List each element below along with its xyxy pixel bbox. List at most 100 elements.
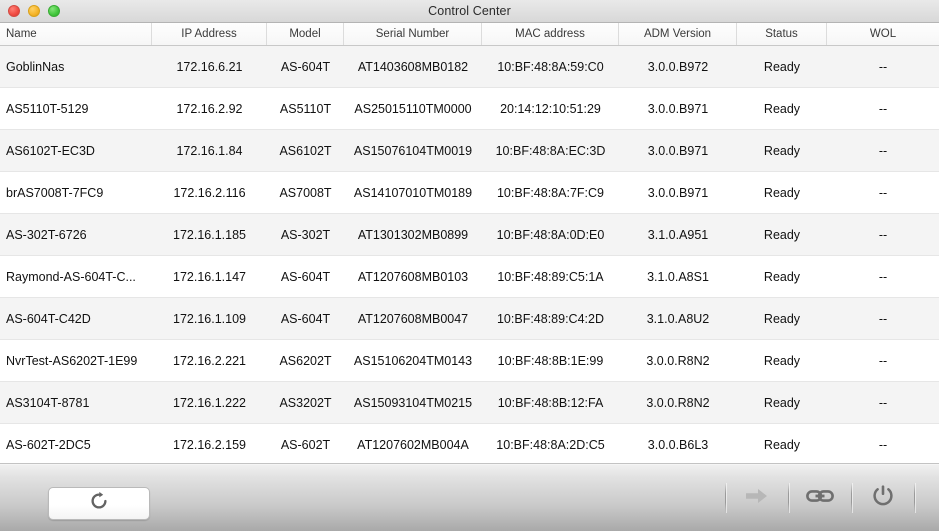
cell-model: AS7008T (279, 185, 332, 200)
cell-wol: -- (878, 227, 888, 242)
cell-model: AS5110T (279, 101, 332, 116)
cell-model: AS-602T (280, 437, 331, 452)
cell-serial: AT1301302MB0899 (357, 227, 469, 242)
cell-wol: -- (878, 395, 888, 410)
cell-name: Raymond-AS-604T-C... (6, 269, 136, 284)
power-action-button[interactable] (852, 476, 914, 520)
table-row[interactable]: NvrTest-AS6202T-1E99 172.16.2.221 AS6202T A… (0, 340, 939, 382)
cell-adm: 3.0.0.R8N2 (646, 395, 710, 410)
refresh-button[interactable] (48, 487, 150, 520)
cell-name: AS-604T-C42D (6, 311, 91, 326)
cell-serial: AT1403608MB0182 (357, 59, 469, 74)
cell-mac: 10:BF:48:8A:59:C0 (497, 59, 604, 74)
link-icon (806, 487, 834, 510)
cell-adm: 3.0.0.B971 (647, 185, 709, 200)
table-row[interactable]: AS3104T-8781 172.16.1.222 AS3202T AS1509310… (0, 382, 939, 424)
cell-name: AS5110T-5129 (6, 101, 89, 116)
cell-status: Ready (763, 101, 801, 116)
cell-adm: 3.0.0.B971 (647, 143, 709, 158)
cell-serial: AT1207608MB0047 (357, 311, 469, 326)
column-header-ip[interactable]: IP Address (152, 23, 267, 45)
cell-ip: 172.16.1.185 (173, 227, 246, 242)
control-center-window: Control Center Name IP Address Model Ser… (0, 0, 939, 531)
column-header-adm[interactable]: ADM Version (619, 23, 737, 45)
arrow-right-icon (744, 485, 770, 512)
cell-serial: AT1207602MB004A (357, 437, 469, 452)
cell-serial: AS25015110TM0000 (354, 101, 472, 116)
toolbar-divider (914, 483, 915, 513)
cell-ip: 172.16.1.222 (173, 395, 246, 410)
column-header-serial[interactable]: Serial Number (344, 23, 482, 45)
cell-ip: 172.16.2.92 (176, 101, 243, 116)
cell-adm: 3.1.0.A951 (647, 227, 709, 242)
table-row[interactable]: AS5110T-5129 172.16.2.92 AS5110T AS25015110… (0, 88, 939, 130)
table-row[interactable]: AS-302T-6726 172.16.1.185 AS-302T AT1301302… (0, 214, 939, 256)
table-row[interactable]: brAS7008T-7FC9 172.16.2.116 AS7008T AS14107… (0, 172, 939, 214)
cell-adm: 3.1.0.A8S1 (647, 269, 709, 284)
cell-name: NvrTest-AS6202T-1E99 (6, 353, 138, 368)
window-controls (8, 0, 60, 22)
table-row[interactable]: Raymond-AS-604T-C... 172.16.1.147 AS-604T A… (0, 256, 939, 298)
cell-name: AS-302T-6726 (6, 227, 87, 242)
cell-adm: 3.0.0.R8N2 (646, 353, 710, 368)
minimize-button[interactable] (28, 5, 40, 17)
cell-model: AS-604T (280, 269, 331, 284)
cell-status: Ready (763, 437, 801, 452)
cell-mac: 10:BF:48:89:C4:2D (496, 311, 604, 326)
cell-status: Ready (763, 353, 801, 368)
cell-wol: -- (878, 311, 888, 326)
column-header-model[interactable]: Model (267, 23, 344, 45)
link-action-button[interactable] (789, 476, 851, 520)
device-table[interactable]: GoblinNas 172.16.6.21 AS-604T AT1403608MB01… (0, 46, 939, 464)
cell-ip: 172.16.6.21 (176, 59, 243, 74)
cell-mac: 10:BF:48:8A:EC:3D (495, 143, 606, 158)
cell-model: AS3202T (279, 395, 332, 410)
table-row[interactable]: AS-604T-C42D 172.16.1.109 AS-604T AT1207608… (0, 298, 939, 340)
cell-model: AS-604T (280, 59, 331, 74)
cell-mac: 10:BF:48:8B:1E:99 (497, 353, 604, 368)
cell-wol: -- (878, 143, 888, 158)
cell-model: AS6202T (279, 353, 332, 368)
connect-action-button[interactable] (726, 476, 788, 520)
refresh-icon (89, 491, 109, 516)
column-header-mac[interactable]: MAC address (482, 23, 619, 45)
cell-model: AS-302T (280, 227, 331, 242)
cell-mac: 20:14:12:10:51:29 (500, 101, 601, 116)
cell-wol: -- (878, 353, 888, 368)
table-row[interactable]: AS6102T-EC3D 172.16.1.84 AS6102T AS15076104… (0, 130, 939, 172)
cell-status: Ready (763, 395, 801, 410)
table-row[interactable]: AS-602T-2DC5 172.16.2.159 AS-602T AT1207602… (0, 424, 939, 463)
cell-mac: 10:BF:48:8A:2D:C5 (496, 437, 605, 452)
toolbar-actions (725, 465, 915, 531)
maximize-button[interactable] (48, 5, 60, 17)
bottom-toolbar (0, 464, 939, 531)
cell-adm: 3.0.0.B6L3 (647, 437, 709, 452)
cell-status: Ready (763, 311, 801, 326)
close-button[interactable] (8, 5, 20, 17)
cell-ip: 172.16.1.84 (176, 143, 243, 158)
cell-name: AS-602T-2DC5 (6, 437, 91, 452)
cell-wol: -- (878, 185, 888, 200)
cell-name: brAS7008T-7FC9 (6, 185, 104, 200)
cell-ip: 172.16.2.116 (173, 185, 246, 200)
cell-mac: 10:BF:48:8B:12:FA (497, 395, 604, 410)
power-icon (870, 483, 896, 514)
column-header-name[interactable]: Name (0, 23, 152, 45)
cell-model: AS-604T (280, 311, 331, 326)
cell-ip: 172.16.1.147 (173, 269, 246, 284)
cell-adm: 3.0.0.B972 (647, 59, 709, 74)
cell-serial: AS15093104TM0215 (353, 395, 473, 410)
cell-status: Ready (763, 227, 801, 242)
column-header-status[interactable]: Status (737, 23, 827, 45)
table-row[interactable]: GoblinNas 172.16.6.21 AS-604T AT1403608MB01… (0, 46, 939, 88)
cell-serial: AS15106204TM0143 (353, 353, 473, 368)
cell-status: Ready (763, 269, 801, 284)
column-header-wol[interactable]: WOL (827, 23, 939, 45)
cell-name: GoblinNas (6, 59, 65, 74)
cell-serial: AS14107010TM0189 (353, 185, 473, 200)
table-header-row: Name IP Address Model Serial Number MAC … (0, 23, 939, 46)
window-title: Control Center (428, 4, 511, 18)
cell-name: AS6102T-EC3D (6, 143, 95, 158)
cell-status: Ready (763, 185, 801, 200)
cell-wol: -- (878, 59, 888, 74)
